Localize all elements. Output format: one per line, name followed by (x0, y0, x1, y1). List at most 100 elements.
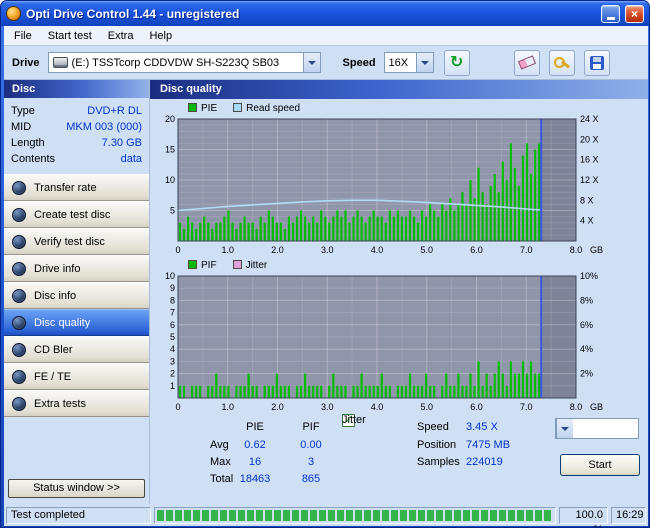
svg-text:2%: 2% (580, 369, 593, 379)
legend-label: Read speed (246, 103, 301, 114)
sidebar-item-label: FE / TE (34, 370, 72, 383)
refresh-drives-button[interactable]: ↻ (443, 49, 470, 76)
sidebar-item-create-test-disc[interactable]: Create test disc (4, 201, 149, 228)
svg-text:20 X: 20 X (580, 134, 599, 144)
toolbar-right-group (514, 49, 610, 76)
svg-text:8: 8 (170, 295, 175, 305)
svg-text:8.0: 8.0 (570, 402, 583, 412)
extra-tests-icon (12, 397, 26, 411)
svg-text:5: 5 (170, 206, 175, 216)
sidebar-item-label: Disc info (34, 289, 77, 302)
progress-percent: 100.0 % (559, 507, 608, 527)
save-disk-icon (590, 55, 604, 70)
svg-text:9: 9 (170, 283, 175, 293)
svg-text:15: 15 (165, 145, 175, 155)
close-icon: × (630, 6, 638, 21)
drive-label: Drive (12, 56, 40, 69)
sidebar-item-fe-te[interactable]: FE / TE (4, 363, 149, 390)
sidebar-item-disc-quality[interactable]: Disc quality (4, 309, 149, 336)
samples-value: 224019 (466, 456, 503, 468)
chevron-down-icon (561, 426, 569, 435)
sidebar-item-extra-tests[interactable]: Extra tests (4, 390, 149, 417)
minimize-icon (606, 16, 615, 20)
transfer-rate-icon (12, 181, 26, 195)
menu-start-test[interactable]: Start test (40, 28, 100, 44)
refresh-icon: ↻ (449, 53, 464, 71)
disc-panel-header: Disc (4, 80, 149, 98)
drive-select[interactable]: (E:) TSSTcorp CDDVDW SH-S223Q SB03 (47, 52, 321, 73)
pie-chart-legend: PIE Read speed (188, 103, 300, 114)
drive-select-arrow[interactable] (302, 53, 320, 72)
svg-text:10%: 10% (580, 272, 598, 281)
pif-jitter-chart: 1 2 3 4 5 6 7 8 9 10 2% 4% 6% 8% 10% 0 1.0 2.0 3.0 4.0 5.0 6.… (165, 272, 603, 412)
disc-info-icon (12, 289, 26, 303)
sidebar: Disc Type DVD+R DL MID MKM 003 (000) Lengt… (4, 80, 150, 504)
svg-text:8%: 8% (580, 295, 593, 305)
status-bar: Test completed 100.0 % 16:29 (4, 504, 648, 527)
menu-extra[interactable]: Extra (100, 28, 142, 44)
svg-text:10: 10 (165, 272, 175, 281)
read-speed-swatch (233, 103, 243, 112)
menu-file[interactable]: File (6, 28, 40, 44)
sidebar-item-disc-info[interactable]: Disc info (4, 282, 149, 309)
sidebar-item-verify-test-disc[interactable]: Verify test disc (4, 228, 149, 255)
disc-mid-label: MID (11, 121, 32, 133)
main-panel: Disc quality PIE Read speed 5 10 15 20 4 X8 … (150, 80, 648, 504)
scan-speed-arrow[interactable] (556, 419, 573, 438)
scan-speed-select[interactable]: 8X (555, 418, 639, 439)
window-title: Opti Drive Control 1.44 - unregistered (26, 6, 240, 21)
create-test-disc-icon (12, 208, 26, 222)
legend-item-pif: PIF (188, 260, 217, 271)
sidebar-item-label: CD Bler (34, 343, 73, 356)
pie-read-speed-chart: 5 10 15 20 4 X 8 X 12 X 16 X 20 X 24 X 0 1.0 2.0 3.0 4… (165, 115, 603, 255)
svg-text:5.0: 5.0 (420, 402, 433, 412)
max-label: Max (210, 456, 231, 468)
chevron-down-icon (307, 60, 316, 69)
erase-disc-button[interactable] (514, 49, 540, 76)
sidebar-item-label: Create test disc (34, 208, 111, 221)
svg-text:4 X: 4 X (580, 216, 594, 226)
sidebar-item-transfer-rate[interactable]: Transfer rate (4, 174, 149, 201)
speed-select-value: 16X (388, 56, 409, 69)
svg-text:2.0: 2.0 (271, 245, 284, 255)
svg-text:6.0: 6.0 (470, 402, 483, 412)
save-button[interactable] (584, 49, 610, 76)
svg-text:5.0: 5.0 (420, 245, 433, 255)
chevron-down-icon (420, 60, 429, 69)
status-text: Test completed (6, 507, 151, 524)
eraser-icon (517, 55, 537, 70)
svg-text:8.0: 8.0 (570, 245, 583, 255)
verify-test-disc-icon (12, 235, 26, 249)
app-window: Opti Drive Control 1.44 - unregistered ×… (0, 0, 650, 528)
progress-bar (154, 507, 556, 524)
svg-text:6.0: 6.0 (470, 245, 483, 255)
svg-text:4%: 4% (580, 344, 593, 354)
legend-label: PIE (201, 103, 218, 114)
speed-select[interactable]: 16X (383, 52, 434, 73)
disc-contents-value: data (120, 153, 142, 165)
legend-item-pie: PIE (188, 103, 217, 114)
speed-label: Speed (342, 56, 376, 69)
svg-text:6: 6 (170, 320, 175, 330)
toolbar: Drive (E:) TSSTcorp CDDVDW SH-S223Q SB03… (4, 46, 648, 80)
disc-length-label: Length (11, 137, 45, 149)
start-button[interactable]: Start (560, 454, 640, 476)
menu-help[interactable]: Help (141, 28, 180, 44)
status-window-button[interactable]: Status window >> (8, 479, 145, 498)
pie-swatch (188, 103, 197, 112)
speed-select-arrow[interactable] (415, 53, 433, 72)
minimize-button[interactable] (601, 4, 620, 23)
max-pif-value: 3 (307, 456, 315, 468)
stats-col-pie: PIE (246, 421, 264, 433)
close-button[interactable]: × (625, 4, 644, 23)
title-bar: Opti Drive Control 1.44 - unregistered × (1, 1, 649, 26)
sidebar-item-cd-bler[interactable]: CD Bler (4, 336, 149, 363)
speed-stat-value: 3.45 X (466, 421, 498, 433)
svg-text:10: 10 (165, 175, 175, 185)
stats-col-pif: PIF (302, 421, 320, 433)
svg-text:7.0: 7.0 (520, 245, 533, 255)
sidebar-item-label: Disc quality (34, 316, 91, 329)
license-button[interactable] (549, 49, 575, 76)
svg-text:16 X: 16 X (580, 155, 599, 165)
sidebar-item-drive-info[interactable]: Drive info (4, 255, 149, 282)
